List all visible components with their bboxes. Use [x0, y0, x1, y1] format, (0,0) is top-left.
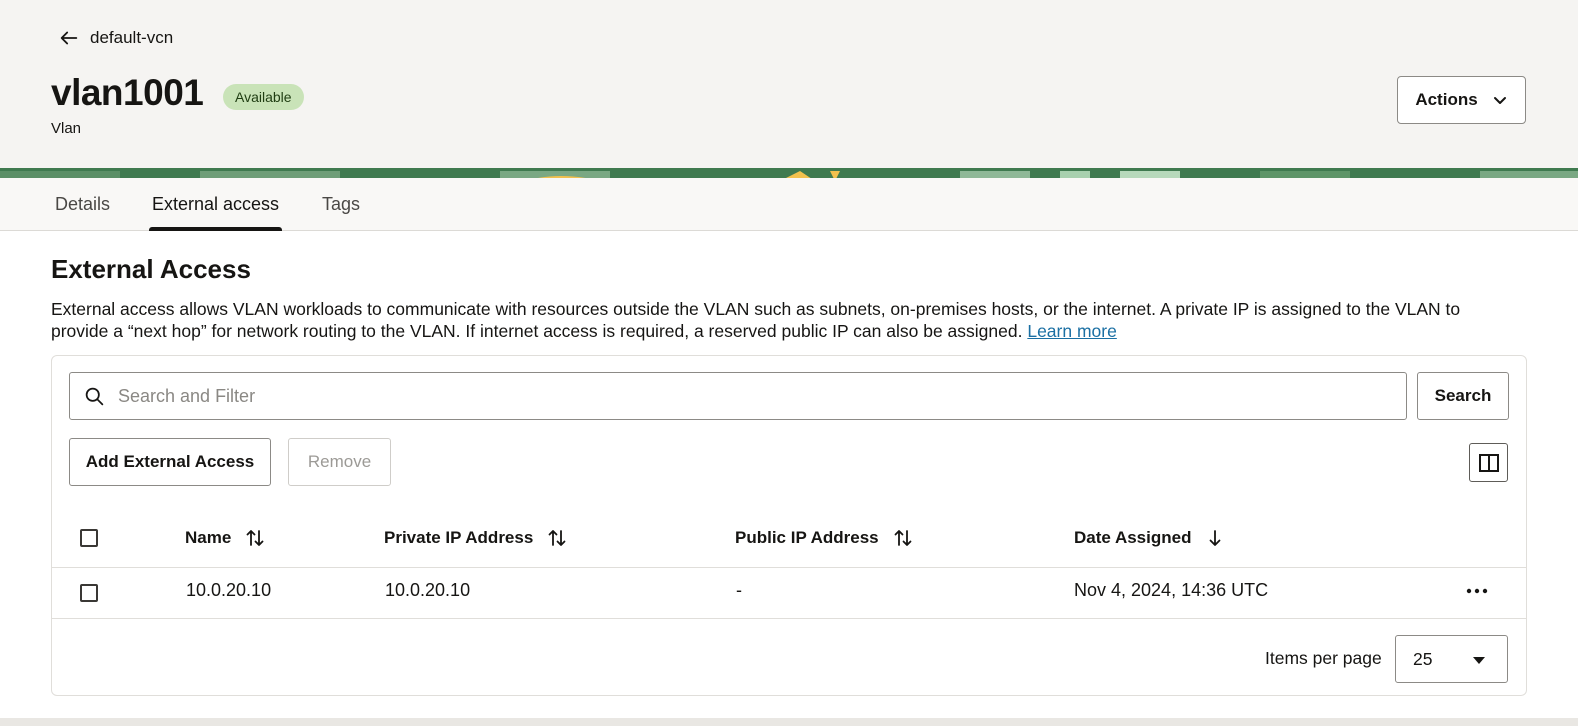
back-link[interactable]: default-vcn [58, 26, 173, 50]
section-title: External Access [51, 254, 251, 284]
page-subtitle: Vlan [51, 120, 82, 137]
cell-date-assigned: Nov 4, 2024, 14:36 UTC [1074, 580, 1269, 600]
caret-down-icon [1473, 657, 1485, 664]
column-header-private-ip[interactable]: Private IP Address [384, 526, 567, 550]
column-header-public-ip[interactable]: Public IP Address [735, 526, 913, 550]
manage-columns-button[interactable] [1469, 443, 1508, 482]
column-header-name[interactable]: Name [185, 526, 265, 550]
tab-details[interactable]: Details [52, 178, 113, 230]
column-header-label: Name [185, 528, 232, 547]
row-divider [52, 618, 1526, 619]
learn-more-link[interactable]: Learn more [1027, 321, 1117, 341]
section-description: External access allows VLAN workloads to… [51, 298, 1521, 342]
back-link-label: default-vcn [90, 28, 174, 47]
sort-desc-icon[interactable] [1205, 528, 1225, 548]
search-button[interactable]: Search [1417, 372, 1509, 420]
row-divider [52, 567, 1526, 568]
sort-icon[interactable] [547, 528, 567, 548]
column-header-label: Private IP Address [384, 528, 534, 547]
actions-button-label: Actions [1415, 90, 1478, 109]
external-access-panel: Search Add External Access Remove Name P… [51, 355, 1527, 696]
banner-pattern [0, 171, 1578, 178]
sort-icon[interactable] [893, 528, 913, 548]
page-title: vlan1001 [51, 72, 204, 113]
search-field[interactable] [69, 372, 1407, 420]
more-actions-icon [1466, 588, 1488, 594]
footer-strip [0, 718, 1578, 726]
select-all-checkbox[interactable] [80, 529, 98, 547]
chevron-down-icon [1493, 97, 1506, 104]
tab-bar: Details External access Tags [0, 178, 1578, 231]
remove-button: Remove [288, 438, 391, 486]
decorative-banner [0, 168, 1578, 178]
page-header: default-vcn vlan1001 Available Vlan Acti… [0, 0, 1578, 168]
search-icon [85, 387, 104, 406]
add-external-access-button[interactable]: Add External Access [69, 438, 271, 486]
tab-tags[interactable]: Tags [319, 178, 363, 230]
items-per-page-select[interactable]: 25 [1395, 635, 1508, 683]
cell-public-ip: - [736, 580, 742, 600]
column-header-label: Public IP Address [735, 528, 879, 547]
items-per-page-value: 25 [1413, 648, 1433, 669]
actions-button[interactable]: Actions [1397, 76, 1526, 124]
tab-external-access[interactable]: External access [149, 178, 283, 231]
cell-name: 10.0.20.10 [186, 580, 272, 600]
column-header-date-assigned[interactable]: Date Assigned [1074, 526, 1225, 550]
arrow-left-icon [60, 31, 78, 45]
search-input[interactable] [118, 373, 1388, 419]
cell-private-ip: 10.0.20.10 [385, 580, 471, 600]
row-checkbox[interactable] [80, 584, 98, 602]
status-badge: Available [223, 84, 304, 110]
items-per-page-label: Items per page [1265, 648, 1382, 668]
sort-icon[interactable] [245, 528, 265, 548]
description-text: External access allows VLAN workloads to… [51, 299, 1461, 341]
column-header-label: Date Assigned [1074, 528, 1192, 547]
row-actions-button[interactable] [1462, 582, 1492, 600]
columns-icon [1478, 453, 1499, 472]
